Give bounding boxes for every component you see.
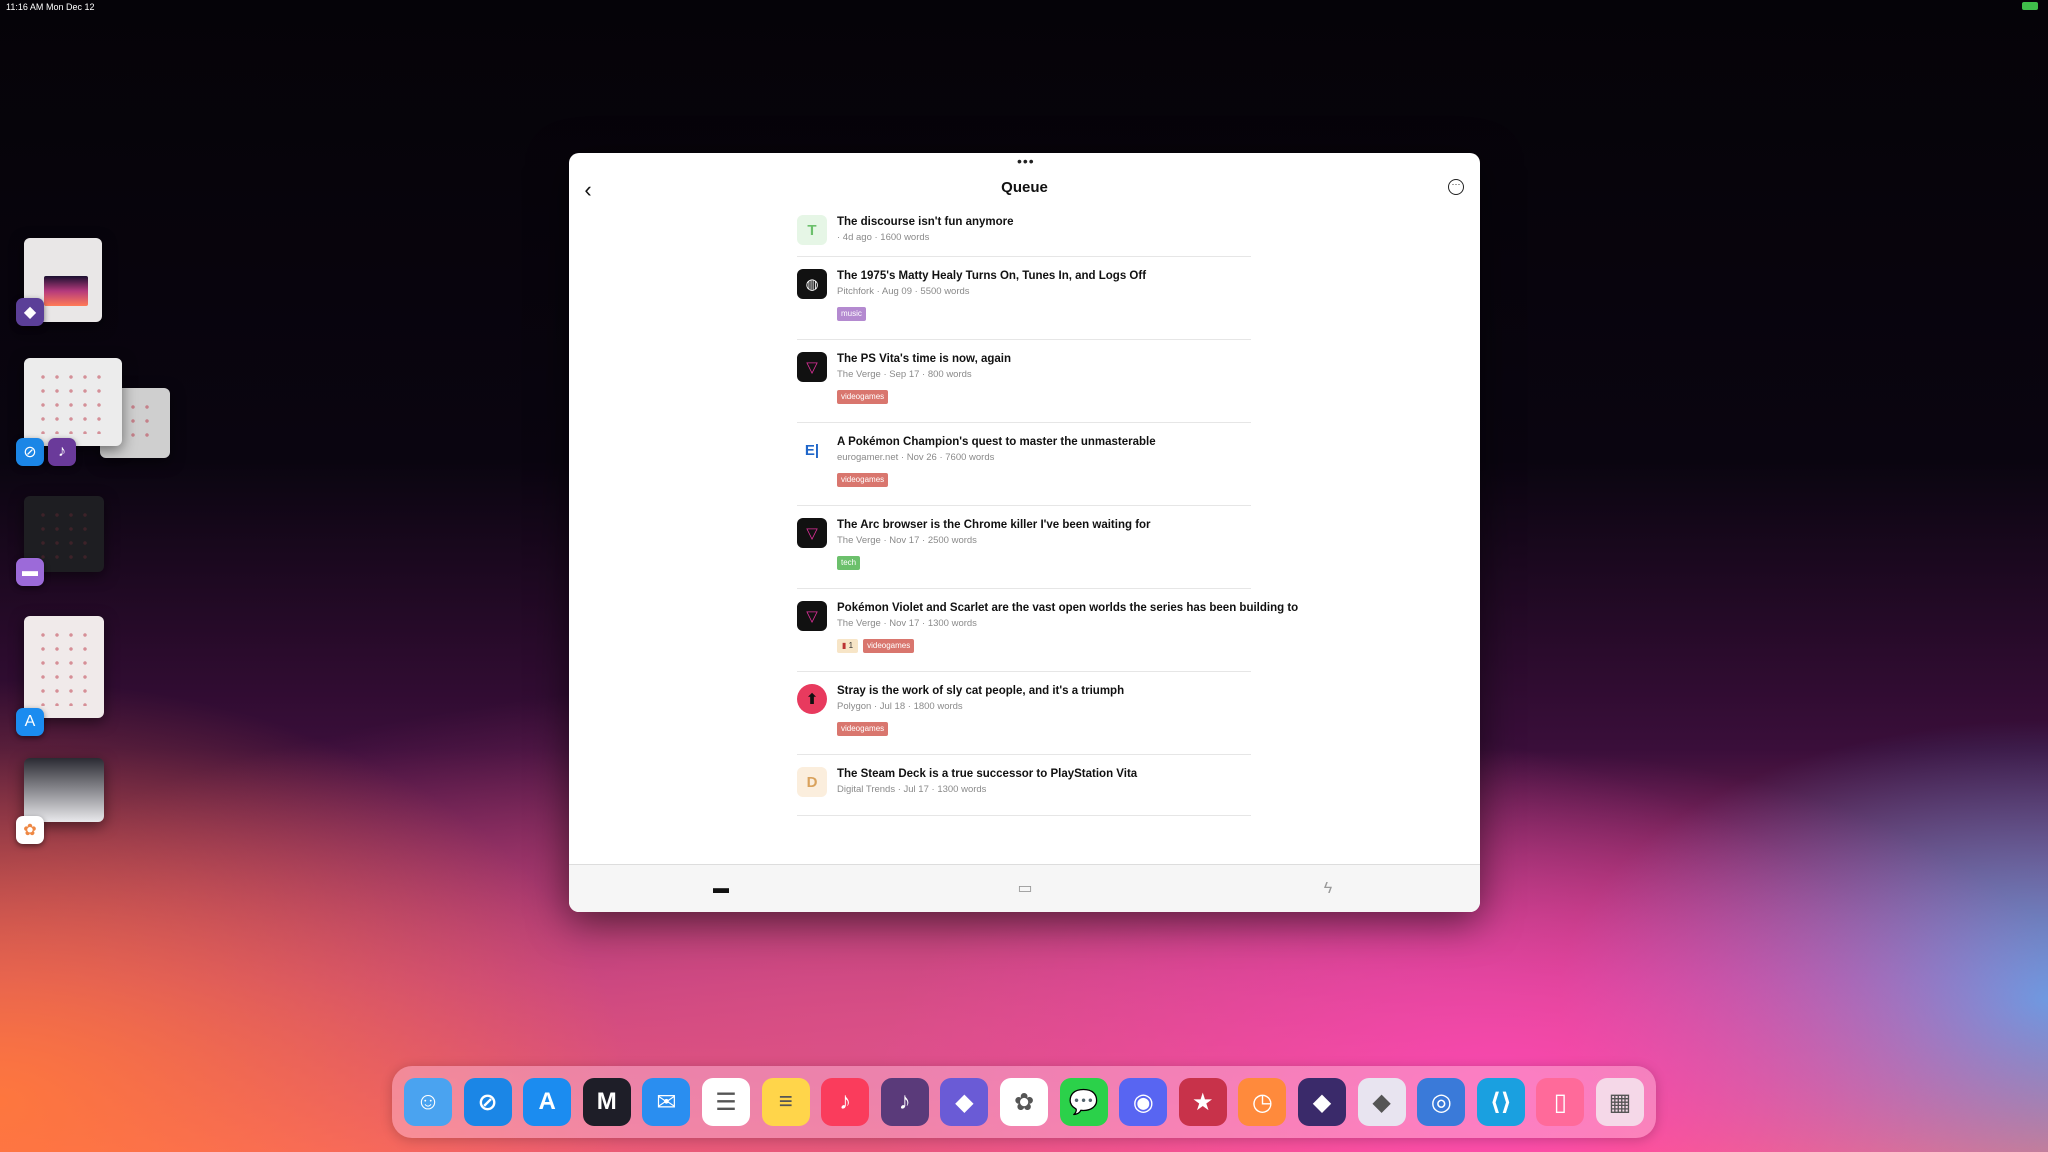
article-meta: Digital Trends · Jul 17 · 1300 words (837, 784, 987, 795)
article-meta: The Verge · Nov 17 · 1300 words (837, 618, 977, 629)
safari-badge-icon: ⊘ (16, 438, 44, 466)
more-options-button[interactable]: ··· (1448, 179, 1464, 195)
status-time: 11:16 AM (6, 2, 44, 12)
queue-item[interactable]: ▽ The Arc browser is the Chrome killer I'… (797, 514, 1251, 589)
source-icon: ⬆ (797, 684, 827, 714)
queue-item[interactable]: ▽ Pokémon Violet and Scarlet are the vast… (797, 597, 1299, 672)
source-icon: ▽ (797, 352, 827, 382)
article-meta: The Verge · Nov 17 · 2500 words (837, 535, 977, 546)
dock-reeder-icon[interactable]: ★ (1178, 1078, 1227, 1126)
queue-icon: ▬ (713, 880, 729, 897)
dock-obsidian-icon[interactable]: ◆ (1357, 1078, 1406, 1126)
dock-mail-icon[interactable]: ✉ (642, 1078, 691, 1126)
article-title: The Arc browser is the Chrome killer I'v… (837, 519, 1151, 531)
queue-item[interactable]: D The Steam Deck is a true successor to P… (797, 763, 1251, 816)
dock-tweetbot-icon[interactable]: ◎ (1417, 1078, 1466, 1126)
highlight-icon: ▮ (842, 641, 847, 650)
source-icon: E| (797, 435, 827, 465)
status-bar: 11:16 AM Mon Dec 12 (0, 0, 2048, 14)
queue-scroll[interactable]: T The discourse isn't fun anymore · 4d ago… (569, 211, 1480, 817)
stage-thumb-appstore[interactable] (24, 616, 104, 718)
nav-bar: ‹ Queue ··· (569, 173, 1480, 209)
article-meta: The Verge · Sep 17 · 800 words (837, 369, 972, 380)
source-icon: ◍ (797, 269, 827, 299)
dock-safari-icon[interactable]: ⊘ (463, 1078, 512, 1126)
tab-queue[interactable]: ▬ (709, 877, 733, 901)
status-date: Mon Dec 12 (46, 2, 95, 12)
lightning-icon: ϟ (1323, 880, 1333, 897)
page-title: Queue (1001, 179, 1048, 196)
article-meta: eurogamer.net · Nov 26 · 7600 words (837, 452, 995, 463)
dock-music-alt-icon[interactable]: ♪ (880, 1078, 929, 1126)
appstore-badge-icon: A (16, 708, 44, 736)
obsidian-badge-icon: ◆ (16, 298, 44, 326)
source-icon: ▽ (797, 518, 827, 548)
dock-photos-icon[interactable]: ✿ (1000, 1078, 1048, 1126)
inbox-icon: ▭ (1017, 880, 1033, 897)
tag-list: tech (837, 556, 1251, 570)
dock-music-icon[interactable]: ♪ (821, 1078, 870, 1126)
dock-messages-icon[interactable]: 💬 (1059, 1078, 1108, 1126)
tag-badge[interactable]: music (837, 307, 866, 321)
article-title: The discourse isn't fun anymore (837, 216, 1014, 228)
queue-item[interactable]: ◍ The 1975's Matty Healy Turns On, Tunes … (797, 265, 1251, 340)
article-title: Pokémon Violet and Scarlet are the vast … (837, 602, 1299, 614)
article-meta: Pitchfork · Aug 09 · 5500 words (837, 286, 970, 297)
queue-item[interactable]: ⬆ Stray is the work of sly cat people, an… (797, 680, 1251, 755)
article-title: The Steam Deck is a true successor to Pl… (837, 768, 1138, 780)
article-title: The PS Vita's time is now, again (837, 353, 1012, 365)
tab-bar: ▬ ▭ ϟ (569, 864, 1480, 912)
highlight-count-badge: ▮ 1 (837, 639, 859, 653)
dock-notes-icon[interactable]: ≡ (761, 1078, 810, 1126)
dock-mastodon-client-icon[interactable]: M (582, 1078, 631, 1126)
dock-discord-icon[interactable]: ◉ (1119, 1078, 1168, 1126)
article-title: Stray is the work of sly cat people, and… (837, 685, 1125, 697)
tag-list: videogames (837, 722, 1251, 736)
dock-app-store-icon[interactable]: A (523, 1078, 572, 1126)
app-badge-icon: ▬ (16, 558, 44, 586)
battery-icon (2022, 2, 2038, 10)
photos-badge-icon: ✿ (16, 816, 44, 844)
tag-badge[interactable]: videogames (837, 722, 889, 736)
dock-reminders-icon[interactable]: ☰ (702, 1078, 750, 1126)
tag-list: videogames (837, 473, 1251, 487)
tag-badge[interactable]: videogames (863, 639, 915, 653)
app-window: ••• ‹ Queue ··· T The discourse isn't fun… (569, 153, 1480, 912)
source-icon: T (797, 215, 827, 245)
highlight-count: 1 (848, 641, 854, 650)
source-icon: ▽ (797, 601, 827, 631)
tab-inbox[interactable]: ▭ (1013, 877, 1037, 901)
article-title: The 1975's Matty Healy Turns On, Tunes I… (837, 270, 1147, 282)
dock: ☺ ⊘ A M ✉ ☰ ≡ ♪ ♪ ◆ ✿ 💬 ◉ ★ ◷ ◆ ◆ ◎ ⟨⟩ ▯ ▦ (392, 1066, 1656, 1138)
tag-list: music (837, 307, 1251, 321)
dock-remote-icon[interactable]: ⟨⟩ (1476, 1078, 1525, 1126)
queue-item[interactable]: ▽ The PS Vita's time is now, again The Ver… (797, 348, 1251, 423)
queue-list: T The discourse isn't fun anymore · 4d ago… (797, 211, 1299, 817)
tag-badge[interactable]: tech (837, 556, 861, 570)
stage-thumb-photos[interactable] (24, 758, 104, 822)
tag-list: videogames (837, 390, 1251, 404)
stage-thumb-safari[interactable] (24, 358, 122, 446)
music-badge-icon: ♪ (48, 438, 76, 466)
queue-item[interactable]: E| A Pokémon Champion's quest to master t… (797, 431, 1251, 506)
article-meta: Polygon · Jul 18 · 1800 words (837, 701, 963, 712)
article-title: A Pokémon Champion's quest to master the… (837, 436, 1156, 448)
tab-feed[interactable]: ϟ (1316, 877, 1340, 901)
dock-finder-icon[interactable]: ☺ (404, 1078, 452, 1126)
source-icon: D (797, 767, 827, 797)
dock-sidecar-icon[interactable]: ▯ (1536, 1078, 1585, 1126)
dock-shortcuts-icon[interactable]: ◆ (1298, 1078, 1346, 1126)
dock-app-library-icon[interactable]: ▦ (1596, 1078, 1644, 1126)
dock-timer-icon[interactable]: ◷ (1238, 1078, 1287, 1126)
tag-badge[interactable]: videogames (837, 390, 889, 404)
dock-game-app-icon[interactable]: ◆ (940, 1078, 989, 1126)
article-meta: · 4d ago · 1600 words (837, 232, 930, 243)
tag-badge[interactable]: videogames (837, 473, 889, 487)
window-grip-icon[interactable]: ••• (1017, 154, 1035, 168)
queue-item[interactable]: T The discourse isn't fun anymore · 4d ago… (797, 211, 1251, 257)
tag-list: ▮ 1 videogames (837, 639, 1251, 653)
